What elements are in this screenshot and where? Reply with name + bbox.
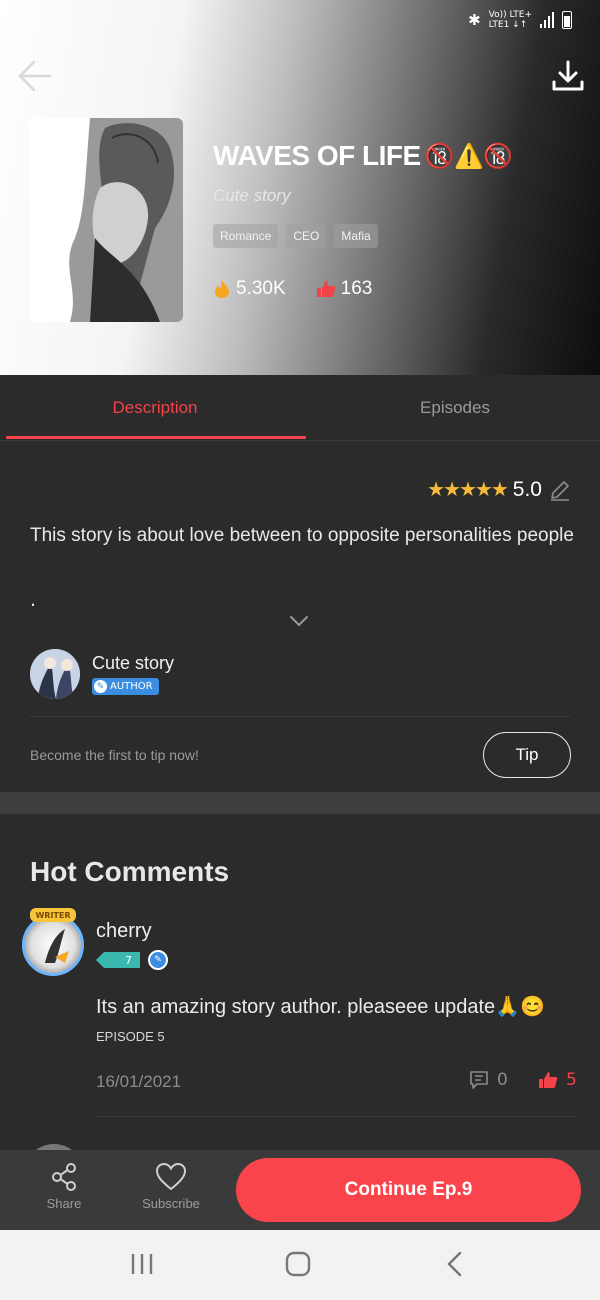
book-stats: 5.30K 163 <box>213 278 372 300</box>
rating-stars: ★★★★★ <box>427 479 509 501</box>
share-icon <box>52 1163 76 1191</box>
comment-episode: EPISODE 5 <box>96 1029 165 1044</box>
chevron-left-icon <box>447 1251 462 1277</box>
author-quill-icon: ✎ <box>94 680 107 694</box>
hero-banner: ✱ Vo)) LTE+ LTE1 ↓↑ WAVES OF LIFE 🔞⚠️🔞 C <box>0 0 600 375</box>
edit-pencil-icon[interactable] <box>548 478 572 502</box>
download-button[interactable] <box>550 58 586 94</box>
bluetooth-icon: ✱ <box>468 11 481 29</box>
section-separator <box>0 792 600 814</box>
tip-button[interactable]: Tip <box>483 732 571 778</box>
comments-section: Hot Comments WRITER cherry 7 ✎ Its an am… <box>0 814 600 1204</box>
bottom-action-bar: Share Subscribe Continue Ep.9 <box>0 1150 600 1230</box>
reply-button[interactable]: 0 <box>469 1070 508 1090</box>
divider <box>96 1116 576 1117</box>
thumbs-up-icon <box>539 1072 558 1088</box>
book-title: WAVES OF LIFE 🔞⚠️🔞 <box>213 140 514 171</box>
tab-bar: Description Episodes <box>0 375 600 441</box>
writer-crest: WRITER <box>30 908 76 922</box>
hot-comments-title: Hot Comments <box>30 856 230 887</box>
fire-icon <box>215 280 229 298</box>
download-icon <box>552 60 584 91</box>
network-indicator: Vo)) LTE+ LTE1 ↓↑ <box>488 10 532 30</box>
author-row[interactable]: Cute story ✎ AUTHOR <box>30 649 174 699</box>
signal-icon <box>540 12 554 28</box>
active-tab-indicator <box>6 436 306 439</box>
book-subtitle: Cute story <box>213 186 291 205</box>
system-navigation-bar <box>0 1230 600 1300</box>
likes-stat: 163 <box>316 278 372 300</box>
back-button[interactable] <box>14 56 54 96</box>
author-avatar <box>30 649 80 699</box>
status-bar: ✱ Vo)) LTE+ LTE1 ↓↑ <box>468 10 572 30</box>
author-badge: ✎ AUTHOR <box>92 678 159 696</box>
tag-romance[interactable]: Romance <box>213 224 279 248</box>
title-emojis: 🔞⚠️🔞 <box>424 142 514 170</box>
heart-icon <box>155 1162 187 1191</box>
system-back-button[interactable] <box>442 1250 470 1282</box>
tab-description[interactable]: Description <box>5 375 305 441</box>
author-name: Cute story <box>92 652 175 673</box>
arrow-left-icon <box>18 60 52 92</box>
chevron-down-icon <box>290 616 308 627</box>
home-button[interactable] <box>284 1250 312 1282</box>
author-badge-icon: ✎ <box>148 950 168 970</box>
recent-apps-icon <box>131 1254 153 1274</box>
tag-mafia[interactable]: Mafia <box>334 224 378 248</box>
commenter-avatar[interactable] <box>22 914 84 976</box>
views-stat: 5.30K <box>213 278 286 300</box>
tab-episodes[interactable]: Episodes <box>305 375 600 441</box>
tip-prompt: Become the first to tip now! <box>30 747 199 763</box>
comment-date: 16/01/2021 <box>96 1072 182 1091</box>
home-icon <box>285 1251 311 1277</box>
expand-description-button[interactable] <box>288 613 310 632</box>
recent-apps-button[interactable] <box>128 1250 156 1282</box>
book-cover <box>30 118 183 322</box>
rating-value: 5.0 <box>512 477 542 501</box>
tag-ceo[interactable]: CEO <box>286 224 327 248</box>
divider <box>30 716 570 717</box>
continue-reading-button[interactable]: Continue Ep.9 <box>236 1158 581 1222</box>
commenter-name[interactable]: cherry <box>96 920 152 943</box>
share-button[interactable]: Share <box>40 1162 88 1211</box>
thumbs-up-icon <box>316 281 335 297</box>
description-panel: ★★★★★ 5.0 This story is about love betwe… <box>0 441 600 792</box>
comment-like-button[interactable]: 5 <box>538 1070 577 1090</box>
description-text: This story is about love between to oppo… <box>30 525 574 546</box>
commenter-badges: 7 ✎ <box>96 950 168 970</box>
comment-text: Its an amazing story author. pleaseee up… <box>96 996 545 1018</box>
battery-icon <box>562 11 572 29</box>
genre-tags: Romance CEO Mafia <box>213 224 378 248</box>
subscribe-button[interactable]: Subscribe <box>136 1162 206 1211</box>
description-trailing: . <box>30 589 37 611</box>
level-badge: 7 <box>96 952 140 968</box>
rating: ★★★★★ 5.0 <box>427 477 572 502</box>
comment-bubble-icon <box>470 1071 488 1089</box>
